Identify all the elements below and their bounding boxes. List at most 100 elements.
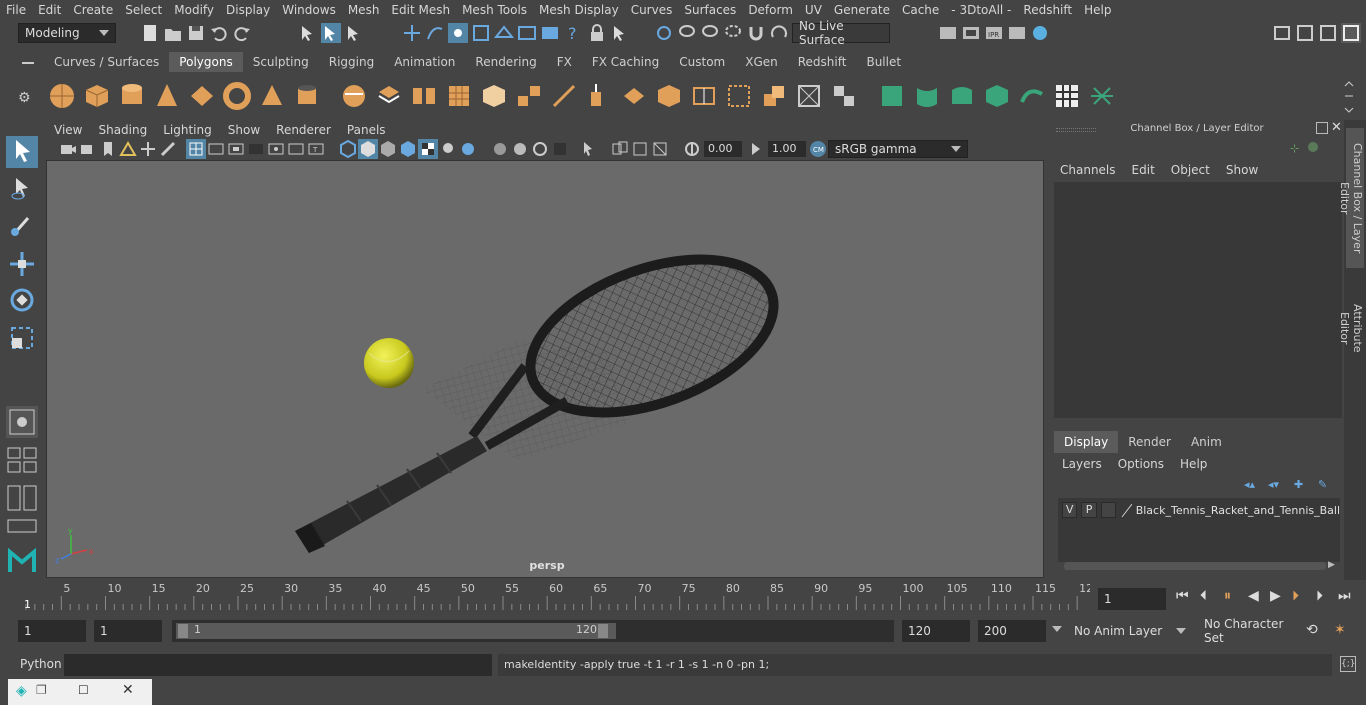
playback-end-field[interactable]: 120 [902, 620, 970, 642]
menu-edit-mesh[interactable]: Edit Mesh [385, 3, 456, 17]
layer-tab-render[interactable]: Render [1118, 431, 1181, 453]
shelf-tab-fx[interactable]: FX [547, 52, 582, 72]
channelbox-toggle-icon[interactable] [1341, 23, 1361, 43]
shelf-menu-icon[interactable] [18, 56, 38, 70]
screen-space-ao-icon[interactable] [490, 139, 510, 159]
shelf-tab-sculpting[interactable]: Sculpting [243, 52, 319, 72]
scroll-right-icon[interactable]: ▶ [1328, 560, 1335, 570]
menu-modify[interactable]: Modify [168, 3, 220, 17]
open-scene-icon[interactable] [163, 23, 183, 43]
select-component-icon[interactable] [344, 23, 364, 43]
mode-dropdown[interactable]: Modeling [18, 23, 116, 43]
field-chart-icon[interactable] [266, 139, 286, 159]
poly-sphere-icon[interactable] [48, 82, 76, 110]
shelf-tab-curves-surfaces[interactable]: Curves / Surfaces [44, 52, 169, 72]
channelbox-menu-channels[interactable]: Channels [1052, 163, 1124, 177]
attribute-toggle-icon[interactable] [1318, 23, 1338, 43]
menu-display[interactable]: Display [220, 3, 276, 17]
new-scene-icon[interactable] [140, 23, 160, 43]
menu-redshift[interactable]: Redshift [1017, 3, 1078, 17]
grid-toggle-icon[interactable] [186, 139, 206, 159]
camera-attributes-icon[interactable] [78, 139, 98, 159]
wireframe-icon[interactable] [338, 139, 358, 159]
playback-start-field[interactable]: 1 [94, 620, 162, 642]
uv-cut-icon[interactable] [1088, 82, 1116, 110]
restore-icon[interactable]: ❐ [36, 683, 47, 697]
shelf-tab-custom[interactable]: Custom [669, 52, 735, 72]
default-material-icon[interactable] [378, 139, 398, 159]
menu-deform[interactable]: Deform [742, 3, 799, 17]
gate-mask-icon[interactable] [246, 139, 266, 159]
outliner-toggle-icon[interactable] [1295, 23, 1315, 43]
viewport-menu-panels[interactable]: Panels [339, 123, 394, 137]
mirror-icon[interactable] [410, 82, 438, 110]
uv-spherical-icon[interactable] [948, 82, 976, 110]
target-weld-icon[interactable] [795, 82, 823, 110]
side-tab-attribute-editor[interactable]: Attribute Editor [1338, 286, 1364, 370]
insert-edge-loop-icon[interactable] [690, 82, 718, 110]
xray-icon[interactable] [610, 139, 630, 159]
shelf-tab-rigging[interactable]: Rigging [319, 52, 384, 72]
textured-icon[interactable] [418, 139, 438, 159]
soft-select-icon[interactable] [6, 406, 38, 438]
safe-action-icon[interactable] [286, 139, 306, 159]
make-live-icon[interactable] [769, 23, 789, 43]
layer-menu-options[interactable]: Options [1110, 457, 1172, 471]
poly-torus-icon[interactable] [223, 82, 251, 110]
offset-edge-loop-icon[interactable] [725, 82, 753, 110]
layer-tab-display[interactable]: Display [1054, 431, 1119, 453]
motion-blur-icon[interactable] [510, 139, 530, 159]
shelf-tab-animation[interactable]: Animation [384, 52, 465, 72]
lasso-icon[interactable] [677, 23, 697, 43]
close-icon[interactable]: ✕ [1331, 120, 1342, 135]
chevron-down-icon[interactable] [1052, 626, 1062, 632]
xray-joints-icon[interactable] [630, 139, 650, 159]
side-tab-channelbox[interactable]: Channel Box / Layer Editor [1338, 128, 1364, 268]
step-forward-key-icon[interactable]: ⏵ [1292, 588, 1299, 604]
snap-together-icon[interactable] [654, 23, 674, 43]
isolate-select-icon[interactable] [580, 139, 600, 159]
lasso-paint-icon[interactable] [700, 23, 720, 43]
menu-mesh-tools[interactable]: Mesh Tools [456, 3, 533, 17]
exposure-icon[interactable] [682, 139, 702, 159]
paint-select-tool-icon[interactable] [6, 210, 38, 242]
go-to-end-icon[interactable]: ⏭ [1338, 588, 1351, 604]
axis-icon[interactable]: ⊹ [1290, 142, 1299, 155]
layer-row[interactable]: V P Black_Tennis_Racket_and_Tennis_Ball [1058, 500, 1340, 520]
help-icon[interactable]: ? [563, 23, 583, 43]
move-tool-icon[interactable] [6, 248, 38, 280]
play-backwards-icon[interactable]: ◀ [1248, 588, 1259, 604]
drag-handle[interactable] [1056, 128, 1096, 132]
poly-cone-icon[interactable] [153, 82, 181, 110]
depth-of-field-icon[interactable] [550, 139, 570, 159]
render-settings-icon[interactable] [938, 23, 958, 43]
float-panel-icon[interactable] [1316, 122, 1328, 134]
gamma-field[interactable]: 1.00 [768, 141, 806, 157]
live-surface-field[interactable]: No Live Surface [792, 19, 890, 47]
tennis-ball[interactable] [364, 338, 414, 388]
new-layer-icon[interactable]: ✚ [1294, 478, 1303, 491]
render-current-frame-icon[interactable] [961, 23, 981, 43]
image-plane-icon[interactable] [118, 139, 138, 159]
step-forward-icon[interactable]: ⏵ [1316, 588, 1323, 604]
shelf-scroll-icon[interactable] [1344, 80, 1354, 114]
menu-cache[interactable]: Cache [896, 3, 945, 17]
step-back-key-icon[interactable]: ⏸ [1224, 588, 1231, 604]
start-time-field[interactable]: 1 [18, 620, 86, 642]
film-gate-icon[interactable] [206, 139, 226, 159]
menu-uv[interactable]: UV [799, 3, 828, 17]
select-object-icon[interactable] [321, 23, 341, 43]
safe-title-icon[interactable]: T [306, 139, 326, 159]
step-back-icon[interactable]: ⏴ [1200, 588, 1207, 604]
2d-pan-zoom-icon[interactable] [138, 139, 158, 159]
layer-menu-help[interactable]: Help [1172, 457, 1215, 471]
extrude-icon[interactable] [585, 82, 613, 110]
uv-cylindrical-icon[interactable] [913, 82, 941, 110]
maximize-icon[interactable]: ☐ [78, 683, 89, 697]
close-window-icon[interactable]: ✕ [122, 682, 134, 698]
menu-create[interactable]: Create [67, 3, 119, 17]
snap-curve-icon[interactable] [425, 23, 445, 43]
menu-surfaces[interactable]: Surfaces [678, 3, 742, 17]
anim-layer-dropdown[interactable]: No Anim Layer [1068, 620, 1192, 642]
poly-plane-icon[interactable] [188, 82, 216, 110]
